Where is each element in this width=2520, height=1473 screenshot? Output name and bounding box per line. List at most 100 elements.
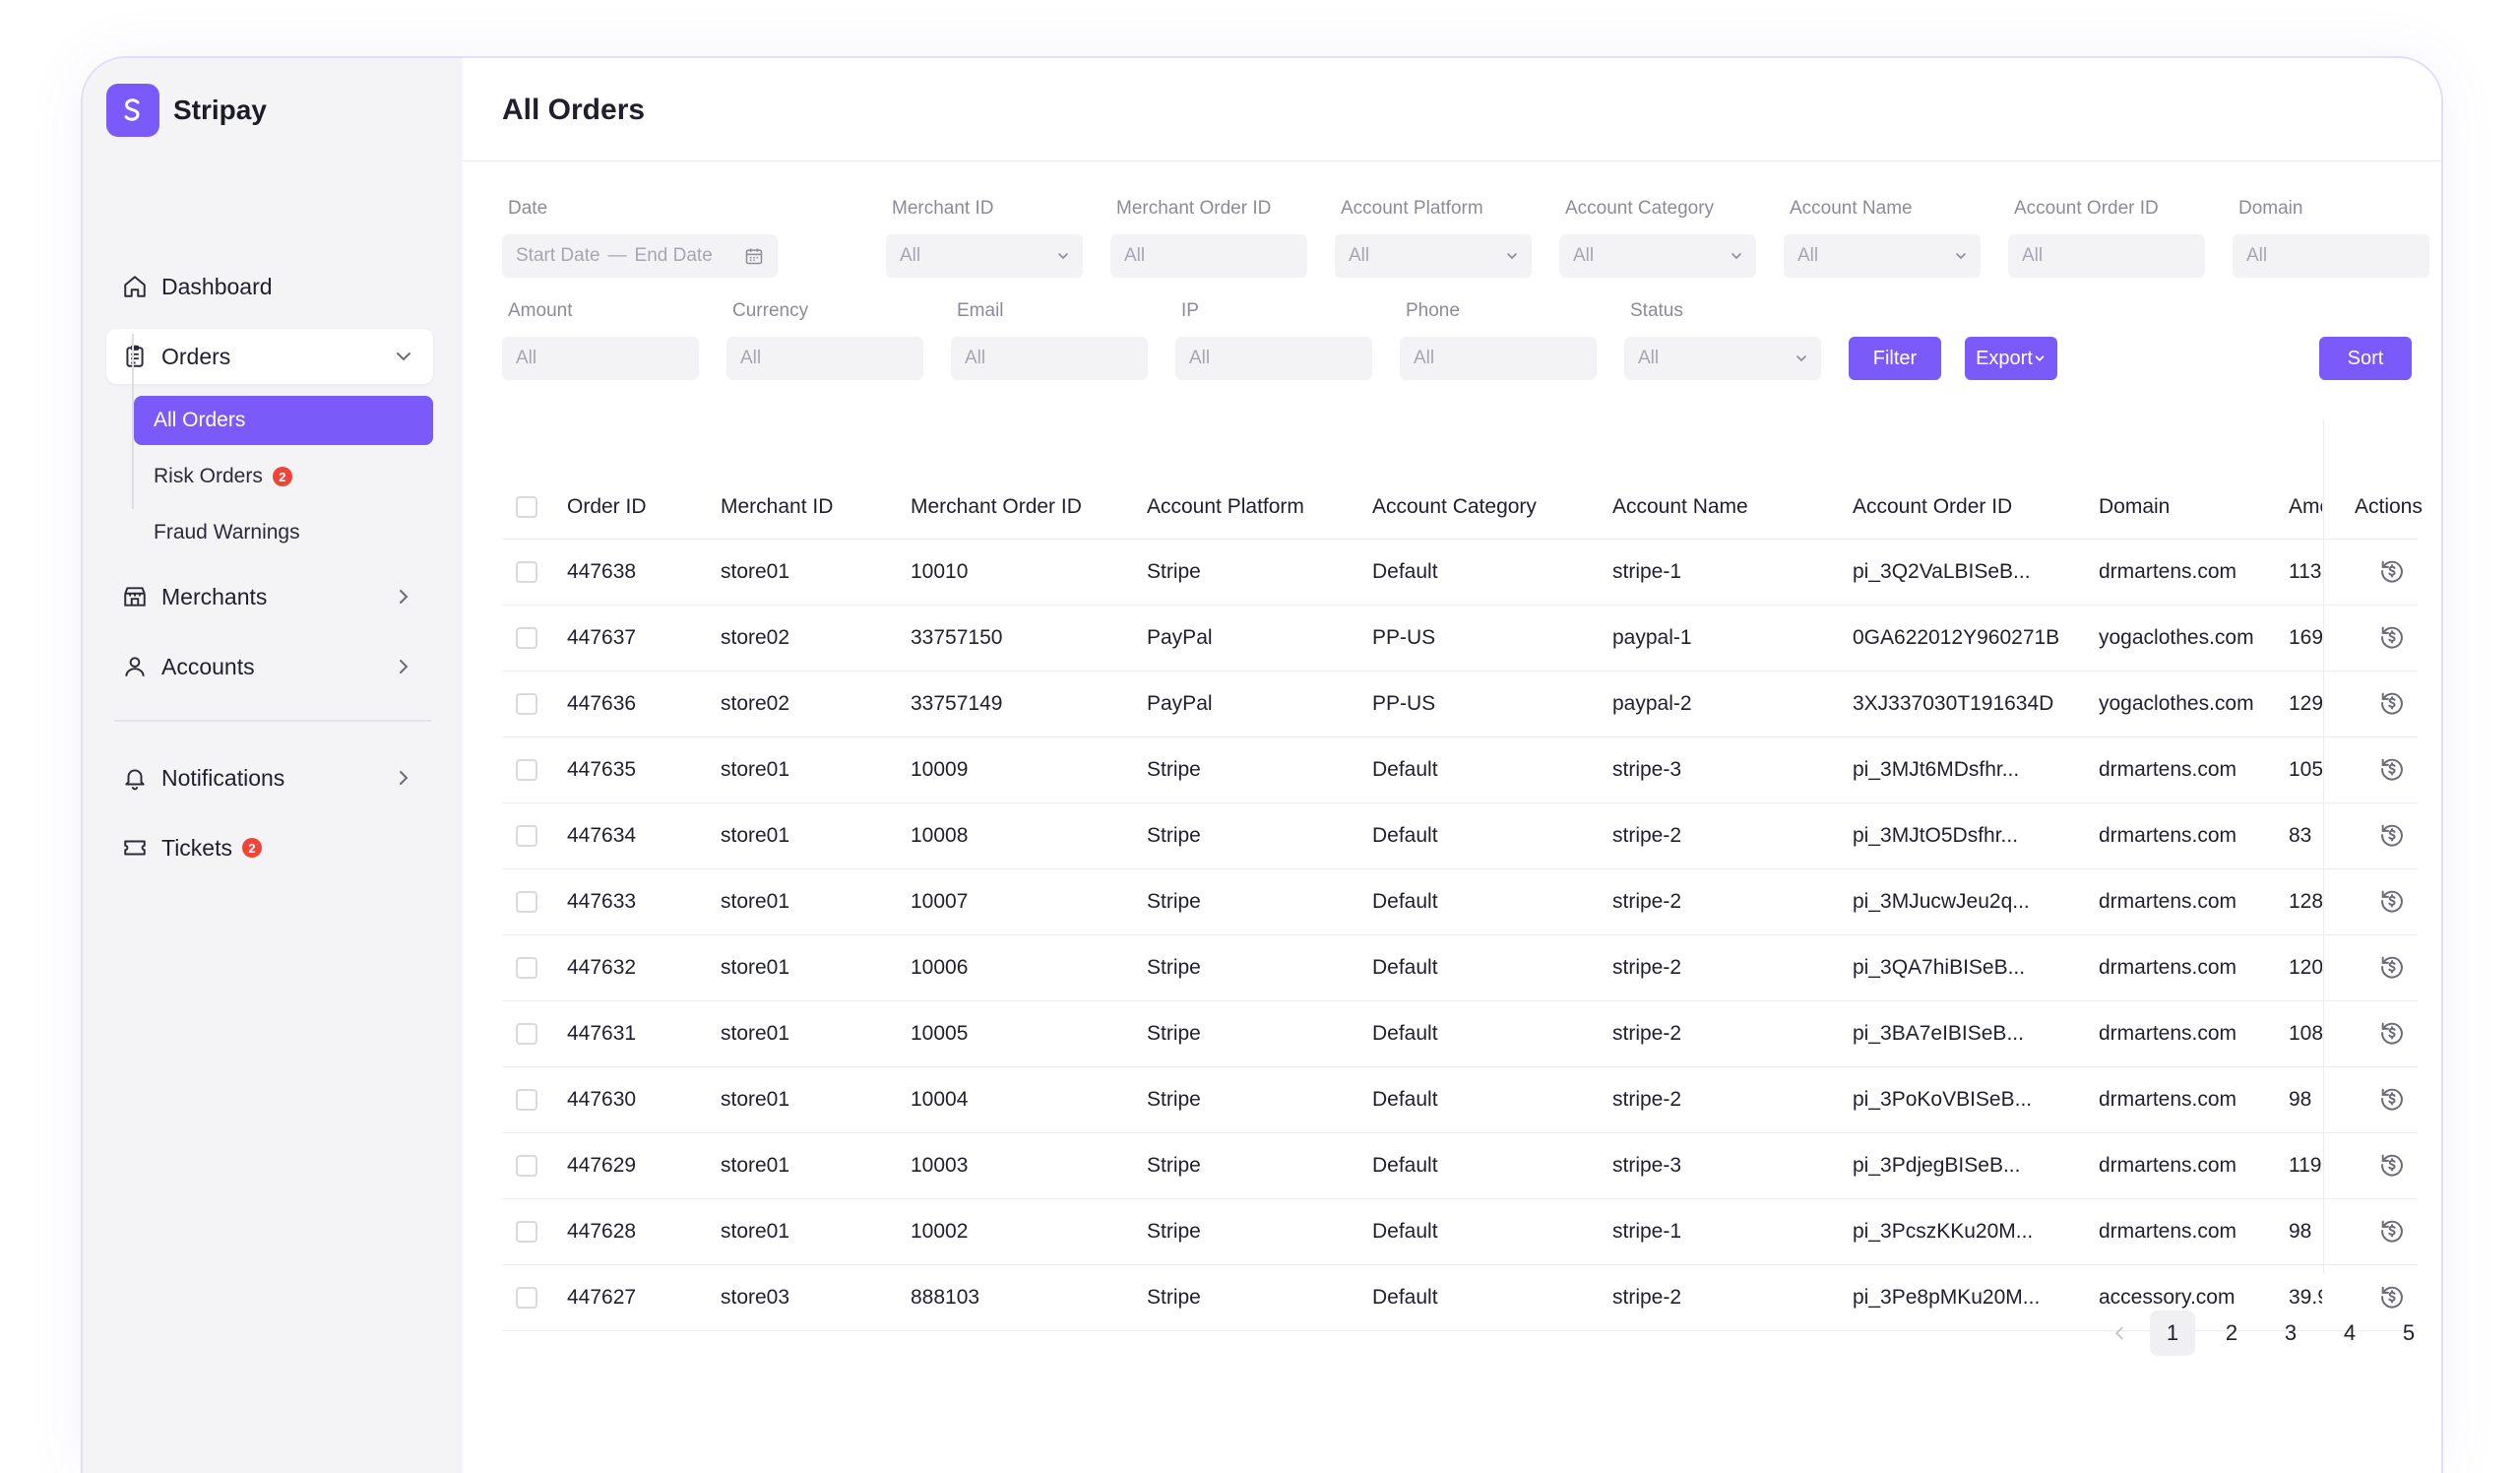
account-platform-select[interactable]: All [1335, 234, 1532, 278]
sidebar-subitem-fraud-warnings[interactable]: Fraud Warnings [134, 508, 433, 557]
page-button-4[interactable]: 4 [2327, 1311, 2372, 1356]
cell-account-order-id: pi_3PoKoVBISeB... [1853, 1088, 2033, 1111]
refund-icon[interactable] [2378, 1085, 2406, 1113]
sidebar-item-dashboard[interactable]: Dashboard [106, 259, 433, 314]
table-row[interactable]: 447632 store01 10006 Stripe Default stripe-2 p… [502, 935, 2418, 1001]
account-name-select[interactable]: All [1784, 234, 1981, 278]
column-header-account-platform[interactable]: Account Platform [1147, 495, 1304, 519]
chevron-right-icon[interactable] [392, 655, 415, 678]
cell-domain: drmartens.com [2099, 1022, 2237, 1045]
refund-icon[interactable] [2378, 755, 2406, 783]
page-button-2[interactable]: 2 [2209, 1311, 2254, 1356]
refund-icon[interactable] [2378, 1151, 2406, 1179]
row-checkbox[interactable] [516, 759, 537, 781]
ip-input[interactable]: All [1175, 337, 1372, 380]
export-button[interactable]: Export [1965, 337, 2057, 380]
sidebar-item-merchants[interactable]: Merchants [106, 569, 433, 624]
column-header-merchant-id[interactable]: Merchant ID [721, 495, 833, 519]
column-header-account-order-id[interactable]: Account Order ID [1853, 495, 2012, 519]
row-checkbox[interactable] [516, 561, 537, 583]
status-select[interactable]: All [1624, 337, 1821, 380]
sidebar-item-label: Tickets [161, 834, 232, 861]
sidebar-item-tickets[interactable]: Tickets 2 [106, 820, 433, 875]
page-button-3[interactable]: 3 [2268, 1311, 2313, 1356]
table-row[interactable]: 447634 store01 10008 Stripe Default stripe-2 p… [502, 803, 2418, 869]
row-checkbox[interactable] [516, 1221, 537, 1243]
column-header-account-name[interactable]: Account Name [1612, 495, 1748, 519]
stripay-logo-icon [106, 84, 159, 137]
cell-merchant-order-id: 888103 [911, 1286, 980, 1309]
column-header-amount[interactable]: Amo [2289, 495, 2322, 519]
select-value: All [900, 245, 921, 266]
chevron-right-icon[interactable] [392, 585, 415, 608]
row-checkbox[interactable] [516, 693, 537, 715]
row-checkbox[interactable] [516, 1089, 537, 1111]
column-header-domain[interactable]: Domain [2099, 495, 2170, 519]
row-checkbox[interactable] [516, 1287, 537, 1309]
cell-account-name: stripe-2 [1612, 890, 1682, 913]
prev-page-button[interactable] [2097, 1311, 2142, 1356]
calendar-icon[interactable] [744, 246, 764, 266]
table-row[interactable]: 447635 store01 10009 Stripe Default stripe-3 p… [502, 737, 2418, 803]
refund-icon[interactable] [2378, 1217, 2406, 1245]
phone-input[interactable]: All [1400, 337, 1597, 380]
cell-amount: 120 [2289, 956, 2322, 979]
input-placeholder: All [2246, 245, 2268, 266]
cell-order-id: 447629 [567, 1154, 637, 1177]
column-header-merchant-order-id[interactable]: Merchant Order ID [911, 495, 1082, 519]
refund-icon[interactable] [2378, 689, 2406, 717]
row-checkbox[interactable] [516, 627, 537, 649]
sidebar-item-notifications[interactable]: Notifications [106, 750, 433, 805]
table-row[interactable]: 447629 store01 10003 Stripe Default stripe-3 p… [502, 1133, 2418, 1199]
row-checkbox[interactable] [516, 1023, 537, 1045]
email-input[interactable]: All [951, 337, 1148, 380]
refund-icon[interactable] [2378, 623, 2406, 651]
sidebar-item-orders[interactable]: Orders [106, 329, 433, 384]
amount-input[interactable]: All [502, 337, 699, 380]
sort-button[interactable]: Sort [2319, 337, 2412, 380]
cell-account-category: Default [1372, 1220, 1438, 1243]
cell-amount: 128 [2289, 890, 2322, 913]
table-row[interactable]: 447636 store02 33757149 PayPal PP-US paypal-2… [502, 672, 2418, 737]
refund-icon[interactable] [2378, 1019, 2406, 1047]
chevron-down-icon[interactable] [392, 345, 415, 368]
refund-icon[interactable] [2378, 953, 2406, 981]
page-button-1[interactable]: 1 [2150, 1311, 2195, 1356]
row-checkbox[interactable] [516, 1155, 537, 1177]
row-checkbox[interactable] [516, 825, 537, 847]
chevron-right-icon[interactable] [392, 766, 415, 790]
domain-input[interactable]: All [2233, 234, 2429, 278]
brand[interactable]: Stripay [106, 84, 267, 137]
refund-icon[interactable] [2378, 821, 2406, 849]
table-row[interactable]: 447637 store02 33757150 PayPal PP-US paypal-1… [502, 606, 2418, 672]
sidebar-subitem-risk-orders[interactable]: Risk Orders 2 [134, 452, 433, 501]
refund-icon[interactable] [2378, 557, 2406, 585]
sidebar-subitem-all-orders[interactable]: All Orders [134, 396, 433, 445]
account-name-label: Account Name [1790, 198, 1913, 219]
refund-icon[interactable] [2378, 1283, 2406, 1311]
select-all-checkbox[interactable] [516, 496, 537, 518]
sidebar-item-accounts[interactable]: Accounts [106, 639, 433, 694]
date-range-input[interactable]: Start Date — End Date [502, 234, 778, 278]
filter-button[interactable]: Filter [1849, 337, 1941, 380]
store-icon [120, 582, 150, 611]
page-button-5[interactable]: 5 [2386, 1311, 2431, 1356]
table-row[interactable]: 447630 store01 10004 Stripe Default stripe-2 p… [502, 1067, 2418, 1133]
table-row[interactable]: 447638 store01 10010 Stripe Default stripe-1 p… [502, 540, 2418, 606]
table-row[interactable]: 447633 store01 10007 Stripe Default stripe-2 p… [502, 869, 2418, 935]
column-header-account-category[interactable]: Account Category [1372, 495, 1537, 519]
row-checkbox[interactable] [516, 891, 537, 913]
table-row[interactable]: 447631 store01 10005 Stripe Default stripe-2 p… [502, 1001, 2418, 1067]
cell-domain: drmartens.com [2099, 890, 2237, 913]
cell-amount: 39.9 [2289, 1286, 2322, 1309]
table-row[interactable]: 447628 store01 10002 Stripe Default stripe-1 p… [502, 1199, 2418, 1265]
refund-icon[interactable] [2378, 887, 2406, 915]
column-header-order-id[interactable]: Order ID [567, 495, 647, 519]
merchant-id-select[interactable]: All [886, 234, 1083, 278]
cell-amount: 98 [2289, 1088, 2312, 1111]
row-checkbox[interactable] [516, 957, 537, 979]
currency-input[interactable]: All [726, 337, 923, 380]
merchant-order-id-input[interactable]: All [1110, 234, 1307, 278]
account-order-id-input[interactable]: All [2008, 234, 2205, 278]
account-category-select[interactable]: All [1559, 234, 1756, 278]
